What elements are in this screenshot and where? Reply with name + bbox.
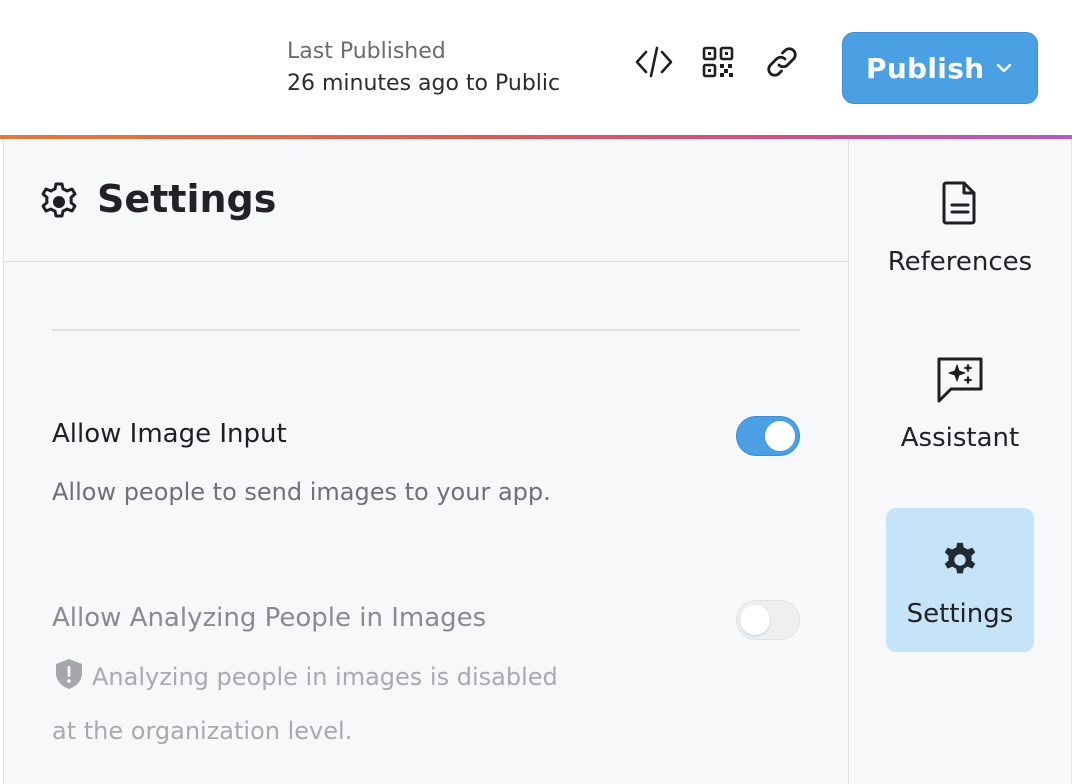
publish-button[interactable]: Publish — [842, 32, 1038, 104]
sidebar-item-label: Settings — [906, 599, 1014, 629]
sidebar-item-label: References — [887, 247, 1033, 277]
shield-icon — [52, 657, 86, 707]
toggle-knob — [740, 605, 770, 635]
disabled-note-line2: at the organization level. — [52, 717, 353, 745]
setting-desc-analyze-people: Analyzing people in images is disabled a… — [52, 653, 672, 755]
toggle-knob — [765, 421, 795, 451]
top-header: Last Published 26 minutes ago to Public — [0, 0, 1072, 136]
document-icon — [886, 179, 1034, 227]
right-sidebar: References Assistant Settings — [850, 139, 1072, 784]
sidebar-item-settings[interactable]: Settings — [886, 508, 1034, 652]
panel-header: Settings — [4, 139, 849, 262]
code-icon[interactable] — [634, 42, 674, 82]
image-input-toggle[interactable] — [736, 416, 800, 456]
panel-title: Settings — [97, 177, 277, 221]
qr-code-icon[interactable] — [698, 42, 738, 82]
publish-status: 26 minutes ago to Public — [287, 71, 561, 96]
setting-title-analyze-people: Allow Analyzing People in Images — [52, 603, 487, 633]
sidebar-item-label: Assistant — [900, 423, 1020, 453]
disabled-note-line1: Analyzing people in images is disabled — [92, 663, 558, 691]
publish-button-label: Publish — [866, 51, 985, 85]
chevron-down-icon[interactable] — [995, 60, 1013, 79]
sparkle-chat-icon — [886, 355, 1034, 405]
sidebar-item-assistant[interactable]: Assistant — [886, 343, 1034, 487]
last-published-label: Last Published — [287, 39, 446, 64]
gear-icon — [886, 540, 1034, 580]
sidebar-item-references[interactable]: References — [886, 167, 1034, 311]
setting-title-image-input: Allow Image Input — [52, 419, 287, 449]
setting-desc-image-input: Allow people to send images to your app. — [52, 478, 551, 506]
publish-info: Last Published 26 minutes ago to Public — [287, 38, 560, 99]
link-icon[interactable] — [762, 42, 802, 82]
section-divider — [52, 329, 800, 331]
gear-icon — [38, 181, 80, 227]
settings-panel: Settings Allow Image Input Allow people … — [3, 139, 849, 784]
analyze-people-toggle[interactable] — [736, 600, 800, 640]
